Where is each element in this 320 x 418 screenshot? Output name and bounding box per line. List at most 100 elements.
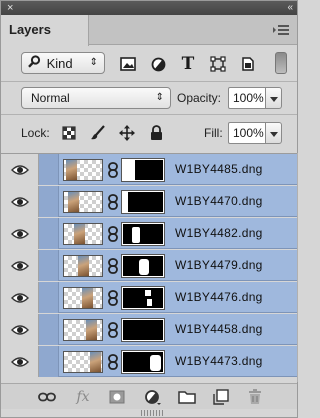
eye-icon [10,324,29,335]
visibility-toggle[interactable] [1,346,39,377]
layer-row[interactable]: W1BY4485.dng [1,154,297,185]
layer-select-cell[interactable] [39,154,59,185]
chain-link-icon[interactable] [107,226,119,242]
panel-footer: fx [1,383,297,409]
blend-mode-select[interactable]: Normal ⇕ [21,87,171,109]
layer-mask-thumbnail[interactable] [121,286,165,310]
layer-thumbnail[interactable] [63,319,103,341]
eye-icon [10,260,29,271]
layer-name[interactable]: W1BY4473.dng [175,346,263,377]
lock-row: Lock: Fill: 100% [1,117,297,147]
search-icon [28,54,41,74]
filter-kind-label: Kind [46,55,73,71]
close-icon[interactable]: × [7,1,13,15]
divider [1,81,297,82]
layer-row[interactable]: W1BY4473.dng [1,346,297,377]
layers-panel: × « Layers Kind ⇕ T Normal ⇕ Opacity: 10… [0,0,298,418]
lock-transparent-pixels-icon[interactable] [61,125,77,141]
link-layers-icon[interactable] [37,388,57,406]
collapse-icon[interactable]: « [287,1,292,15]
adjustment-layer-icon[interactable] [143,388,163,406]
tab-bar: Layers [1,15,297,46]
layer-thumbnail[interactable] [63,255,103,277]
opacity-label: Opacity: [177,91,222,105]
eye-icon [10,228,29,239]
filter-kind-select[interactable]: Kind ⇕ [21,52,105,74]
chain-link-icon[interactable] [107,194,119,210]
layer-select-cell[interactable] [39,218,59,249]
scroll-gutter [297,153,298,382]
layer-name[interactable]: W1BY4476.dng [175,282,263,313]
layer-name[interactable]: W1BY4482.dng [175,218,263,249]
opacity-slider-button[interactable] [266,87,282,109]
layer-name[interactable]: W1BY4458.dng [175,314,263,345]
layer-row[interactable]: W1BY4482.dng [1,218,297,249]
chain-link-icon[interactable] [107,290,119,306]
layer-name[interactable]: W1BY4485.dng [175,154,263,185]
visibility-toggle[interactable] [1,282,39,313]
filter-toggle-switch[interactable] [275,52,287,74]
layer-select-cell[interactable] [39,346,59,377]
add-mask-icon[interactable] [107,388,127,406]
new-group-icon[interactable] [177,388,197,406]
layer-mask-thumbnail[interactable] [121,158,165,182]
blend-mode-value: Normal [31,91,70,105]
tab-layers[interactable]: Layers [1,15,89,46]
visibility-toggle[interactable] [1,218,39,249]
lock-label: Lock: [21,126,50,140]
fill-slider-button[interactable] [266,122,282,144]
image-filter-icon[interactable] [119,55,137,73]
layer-mask-thumbnail[interactable] [121,190,165,214]
chain-link-icon[interactable] [107,322,119,338]
chain-link-icon[interactable] [107,162,119,178]
layer-row[interactable]: W1BY4458.dng [1,314,297,345]
shape-filter-icon[interactable] [209,55,227,73]
delete-layer-icon[interactable] [245,388,265,406]
visibility-toggle[interactable] [1,154,39,185]
chain-link-icon[interactable] [107,354,119,370]
adjustment-filter-icon[interactable] [149,55,167,73]
layer-thumbnail[interactable] [63,223,103,245]
layer-select-cell[interactable] [39,314,59,345]
blend-row: Normal ⇕ Opacity: 100% [1,83,297,113]
new-layer-icon[interactable] [211,388,231,406]
select-arrows-icon: ⇕ [89,57,98,68]
select-arrows-icon: ⇕ [155,92,164,103]
visibility-toggle[interactable] [1,314,39,345]
smart-object-filter-icon[interactable] [239,55,257,73]
layer-mask-thumbnail[interactable] [121,318,165,342]
layer-name[interactable]: W1BY4470.dng [175,186,263,217]
type-filter-icon[interactable]: T [179,54,197,74]
layer-row[interactable]: W1BY4470.dng [1,186,297,217]
layer-list: W1BY4485.dng W1BY4470.dng W1BY4482.dng W… [1,153,297,382]
layer-thumbnail[interactable] [63,191,103,213]
visibility-toggle[interactable] [1,186,39,217]
lock-all-icon[interactable] [148,125,164,141]
eye-icon [10,164,29,175]
fill-input[interactable]: 100% [228,122,266,144]
resize-grip[interactable] [141,410,163,416]
layer-name[interactable]: W1BY4479.dng [175,250,263,281]
eye-icon [10,356,29,367]
filter-row: Kind ⇕ T [1,46,297,80]
panel-menu-icon[interactable] [273,24,289,36]
layer-row[interactable]: W1BY4476.dng [1,282,297,313]
layer-select-cell[interactable] [39,186,59,217]
opacity-input[interactable]: 100% [228,87,266,109]
chain-link-icon[interactable] [107,258,119,274]
layer-mask-thumbnail[interactable] [121,222,165,246]
layer-mask-thumbnail[interactable] [121,254,165,278]
lock-position-icon[interactable] [119,125,135,141]
visibility-toggle[interactable] [1,250,39,281]
divider [1,114,297,115]
lock-image-pixels-icon[interactable] [90,125,106,141]
layer-thumbnail[interactable] [63,287,103,309]
layer-select-cell[interactable] [39,282,59,313]
layer-row[interactable]: W1BY4479.dng [1,250,297,281]
layer-thumbnail[interactable] [63,159,103,181]
eye-icon [10,196,29,207]
layer-select-cell[interactable] [39,250,59,281]
layer-mask-thumbnail[interactable] [121,350,165,374]
layer-style-icon[interactable]: fx [73,388,93,406]
layer-thumbnail[interactable] [63,351,103,373]
